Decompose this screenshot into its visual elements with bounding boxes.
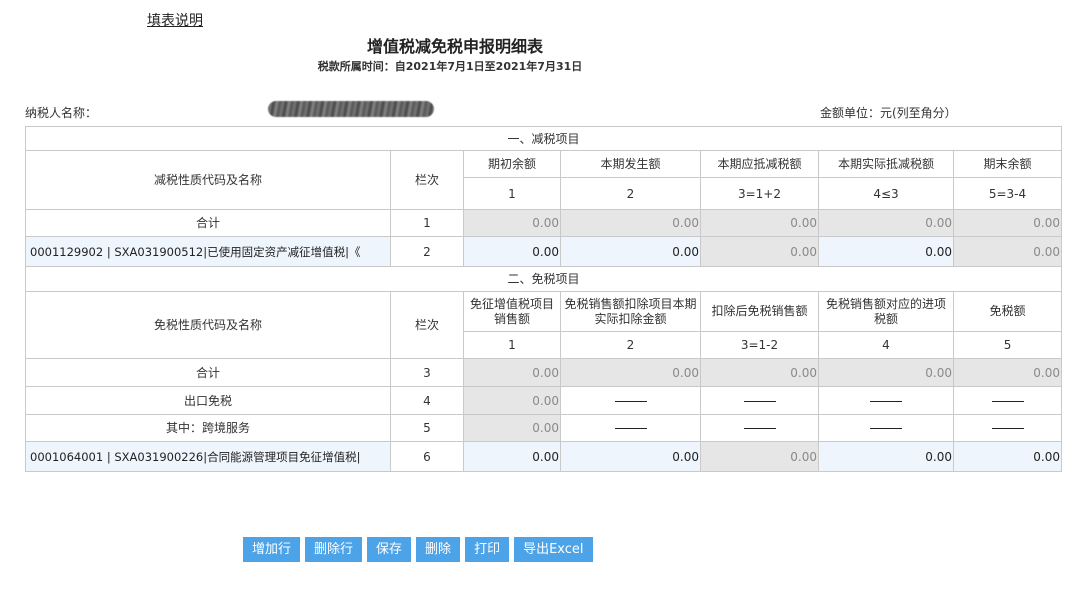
- column-number: 4≤3: [818, 177, 954, 210]
- not-applicable-cell: [560, 414, 701, 442]
- row-number: 3: [390, 358, 464, 387]
- column-header: 本期发生额: [560, 150, 701, 178]
- column-header: 本期实际抵减税额: [818, 150, 954, 178]
- tax-period: 税款所属时间：自2021年7月1日至2021年7月31日: [317, 60, 583, 73]
- table-row: 出口免税 4 0.00: [25, 386, 1063, 415]
- taxpayer-name-label: 纳税人名称：: [25, 106, 98, 120]
- column-number: 5: [952, 331, 1063, 359]
- cell-value: 0.00: [700, 209, 819, 237]
- dash-mark: [870, 400, 902, 402]
- row-label: 合计: [25, 358, 391, 387]
- row-number: 6: [390, 441, 464, 472]
- page-title: 增值税减免税申报明细表: [366, 37, 543, 56]
- cell-value: 0.00: [463, 414, 561, 442]
- cell-value: 0.00: [952, 358, 1063, 387]
- delete-button[interactable]: 删除: [416, 537, 461, 562]
- deduction-amount-input[interactable]: 0.00: [560, 441, 701, 472]
- row-number: 4: [390, 386, 464, 415]
- cell-value: 0.00: [560, 209, 701, 237]
- cell-value: 0.00: [952, 236, 1063, 267]
- column-header: 扣除后免税销售额: [700, 291, 819, 332]
- save-button[interactable]: 保存: [367, 537, 412, 562]
- not-applicable-cell: [952, 414, 1063, 442]
- row-label: 合计: [25, 209, 391, 237]
- dash-mark: [991, 428, 1024, 429]
- input-tax-input[interactable]: 0.00: [818, 441, 954, 472]
- dash-mark: [743, 400, 776, 402]
- exempt-tax-input[interactable]: 0.00: [952, 441, 1063, 472]
- cell-value: 0.00: [463, 209, 561, 237]
- actual-deduction-input[interactable]: 0.00: [818, 236, 954, 267]
- reduction-section-title: 一、减税项目: [24, 126, 1063, 151]
- row-label: 其中：跨境服务: [25, 414, 391, 442]
- cell-value: 0.00: [700, 358, 819, 387]
- dash-mark: [614, 400, 647, 402]
- column-number: 5=3-4: [952, 177, 1063, 210]
- not-applicable-cell: [818, 414, 954, 442]
- column-number: 1: [463, 177, 561, 210]
- table-row: 其中：跨境服务 5 0.00: [25, 414, 1063, 442]
- column-header: 免税销售额对应的进项税额: [818, 291, 954, 332]
- column-header: 免税额: [952, 291, 1063, 332]
- cell-value: 0.00: [952, 209, 1063, 237]
- column-header: 本期应抵减税额: [700, 150, 819, 178]
- column-header: 免税销售额扣除项目本期实际扣除金额: [560, 291, 701, 332]
- cell-value: 0.00: [700, 441, 819, 472]
- cell-value: 0.00: [463, 386, 561, 415]
- dash-mark: [870, 428, 902, 429]
- not-applicable-cell: [560, 386, 701, 415]
- table-row: 0001064001 | SXA031900226|合同能源管理项目免征增值税|…: [25, 441, 1063, 472]
- add-row-button[interactable]: 增加行: [243, 537, 301, 562]
- cell-value: 0.00: [560, 358, 701, 387]
- column-number: 3=1+2: [700, 177, 819, 210]
- column-number: 3=1-2: [700, 331, 819, 359]
- delete-row-button[interactable]: 删除行: [305, 537, 363, 562]
- row-number: 2: [390, 236, 464, 267]
- table-row: 合计 3 0.00 0.00 0.00 0.00 0.00: [25, 358, 1063, 387]
- table-row: 合计 1 0.00 0.00 0.00 0.00 0.00: [25, 209, 1063, 237]
- exemption-rowno-header: 栏次: [390, 291, 464, 359]
- column-header: 期末余额: [952, 150, 1063, 178]
- instructions-link[interactable]: 填表说明: [147, 10, 203, 30]
- declaration-table: 一、减税项目 减税性质代码及名称 栏次 期初余额 本期发生额 本期应抵减税额 本…: [24, 126, 1063, 472]
- reduction-name-header: 减税性质代码及名称: [25, 150, 391, 210]
- not-applicable-cell: [700, 414, 819, 442]
- column-number: 1: [463, 331, 561, 359]
- export-excel-button[interactable]: 导出Excel: [514, 537, 593, 562]
- dash-mark: [991, 400, 1024, 402]
- row-number: 5: [390, 414, 464, 442]
- action-bar: 增加行 删除行 保存 删除 打印 导出Excel: [243, 537, 593, 562]
- cell-value: 0.00: [700, 236, 819, 267]
- reduction-item-select[interactable]: 0001129902 | SXA031900512|已使用固定资产减征增值税|《: [25, 236, 391, 267]
- row-number: 1: [390, 209, 464, 237]
- table-row: 0001129902 | SXA031900512|已使用固定资产减征增值税|《…: [25, 236, 1063, 267]
- exemption-section-title: 二、免税项目: [24, 266, 1063, 292]
- exemption-name-header: 免税性质代码及名称: [25, 291, 391, 359]
- column-number: 2: [560, 331, 701, 359]
- print-button[interactable]: 打印: [465, 537, 510, 562]
- cell-value: 0.00: [818, 209, 954, 237]
- not-applicable-cell: [818, 386, 954, 415]
- exemption-item-select[interactable]: 0001064001 | SXA031900226|合同能源管理项目免征增值税|: [25, 441, 391, 472]
- column-number: 4: [818, 331, 954, 359]
- exempt-sales-input[interactable]: 0.00: [463, 441, 561, 472]
- not-applicable-cell: [952, 386, 1063, 415]
- dash-mark: [743, 428, 776, 429]
- column-number: 2: [560, 177, 701, 210]
- opening-balance-input[interactable]: 0.00: [463, 236, 561, 267]
- amount-unit-label: 金额单位：元(列至角分）: [820, 106, 957, 120]
- column-header: 免征增值税项目销售额: [463, 291, 561, 332]
- cell-value: 0.00: [463, 358, 561, 387]
- row-label: 出口免税: [25, 386, 391, 415]
- not-applicable-cell: [700, 386, 819, 415]
- taxpayer-name-redacted: [268, 101, 434, 117]
- dash-mark: [614, 428, 647, 429]
- reduction-rowno-header: 栏次: [390, 150, 464, 210]
- column-header: 期初余额: [463, 150, 561, 178]
- current-amount-input[interactable]: 0.00: [560, 236, 701, 267]
- cell-value: 0.00: [818, 358, 954, 387]
